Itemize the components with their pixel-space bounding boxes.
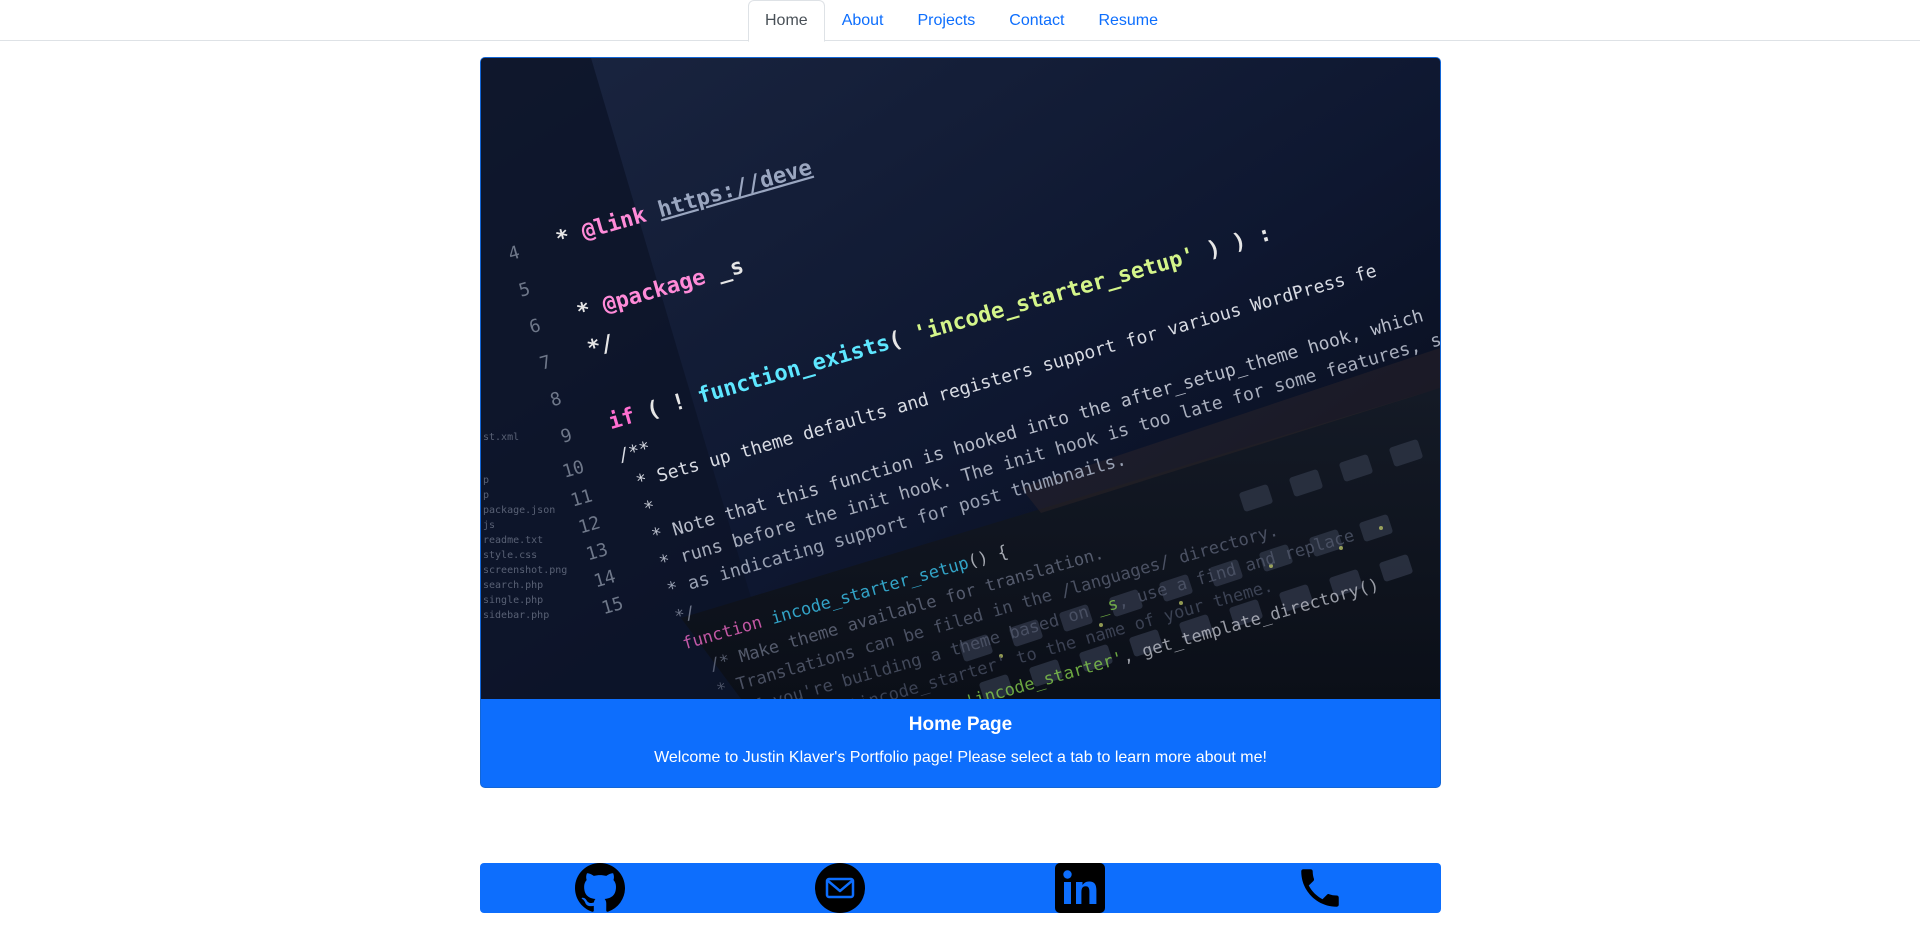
top-navigation: Home About Projects Contact Resume: [0, 0, 1920, 42]
svg-text:package.json: package.json: [483, 505, 555, 516]
svg-text:single.php: single.php: [483, 595, 543, 606]
nav-tabs: Home About Projects Contact Resume: [748, 0, 1175, 42]
svg-text:style.css: style.css: [483, 550, 537, 561]
home-card: 4 5 6 7 8 9 10 11 12 13 14 15 * @link ht…: [480, 57, 1441, 788]
phone-icon[interactable]: [1295, 863, 1345, 913]
github-icon[interactable]: [575, 863, 625, 913]
svg-text:st.xml: st.xml: [483, 432, 519, 443]
tab-home[interactable]: Home: [748, 0, 825, 42]
svg-text:sidebar.php: sidebar.php: [483, 610, 549, 621]
linkedin-icon[interactable]: [1055, 863, 1105, 913]
svg-text:screenshot.png: screenshot.png: [483, 565, 567, 576]
welcome-message: Welcome to Justin Klaver's Portfolio pag…: [654, 749, 1267, 766]
svg-text:p: p: [483, 475, 489, 486]
tab-about[interactable]: About: [825, 0, 901, 41]
svg-text:p: p: [483, 490, 489, 501]
tab-resume[interactable]: Resume: [1081, 0, 1175, 41]
svg-text:readme.txt: readme.txt: [483, 535, 543, 546]
tab-projects[interactable]: Projects: [901, 0, 993, 41]
social-links-bar: [480, 863, 1441, 913]
page-title: Home Page: [908, 714, 1013, 735]
svg-text:search.php: search.php: [483, 580, 543, 591]
svg-text:js: js: [483, 520, 495, 531]
email-icon[interactable]: [815, 863, 865, 913]
hero-image: 4 5 6 7 8 9 10 11 12 13 14 15 * @link ht…: [481, 58, 1440, 699]
code-on-laptop-photo: 4 5 6 7 8 9 10 11 12 13 14 15 * @link ht…: [481, 58, 1440, 699]
hero-caption: Home Page Welcome to Justin Klaver's Por…: [481, 699, 1440, 787]
tab-contact[interactable]: Contact: [992, 0, 1081, 41]
